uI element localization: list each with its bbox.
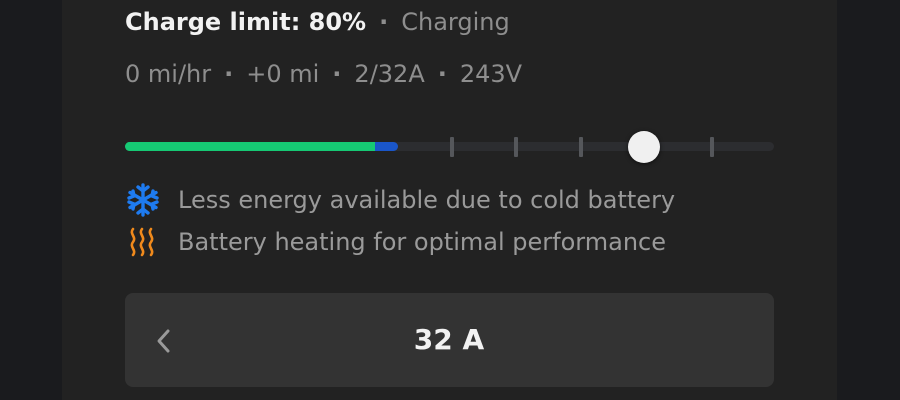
range-added: +0 mi [246, 60, 320, 88]
charging-stats: 0 mi/hr · +0 mi · 2/32A · 243V [125, 58, 522, 90]
cold-battery-text: Less energy available due to cold batter… [178, 186, 676, 214]
charge-limit-slider[interactable] [125, 131, 774, 163]
charging-status: Charging [401, 8, 510, 36]
status-separator: · [379, 8, 389, 36]
left-background [0, 0, 62, 400]
snowflake-icon [125, 183, 165, 217]
cold-reserved-energy-fill [375, 142, 398, 151]
charge-rate: 0 mi/hr [125, 60, 212, 88]
charge-status-line: Charge limit: 80% · Charging [125, 6, 510, 38]
current-amps: 2/32A [354, 60, 425, 88]
charge-limit-label[interactable]: Charge limit: 80% [125, 8, 366, 36]
battery-heating-notice: Battery heating for optimal performance [125, 225, 666, 259]
charge-limit-handle[interactable] [628, 131, 660, 163]
cold-battery-notice: Less energy available due to cold batter… [125, 183, 675, 217]
stats-separator: · [224, 60, 234, 88]
stats-separator: · [437, 60, 447, 88]
slider-tick [579, 137, 583, 157]
stats-separator: · [332, 60, 342, 88]
available-energy-fill [125, 142, 375, 151]
slider-tick [710, 137, 714, 157]
battery-heating-text: Battery heating for optimal performance [178, 228, 667, 256]
amperage-value: 32 A [413, 323, 485, 356]
slider-tick [514, 137, 518, 157]
chevron-left-icon[interactable] [150, 326, 178, 356]
voltage: 243V [459, 60, 523, 88]
right-background [837, 0, 900, 400]
slider-tick [450, 137, 454, 157]
heating-icon [125, 225, 165, 259]
